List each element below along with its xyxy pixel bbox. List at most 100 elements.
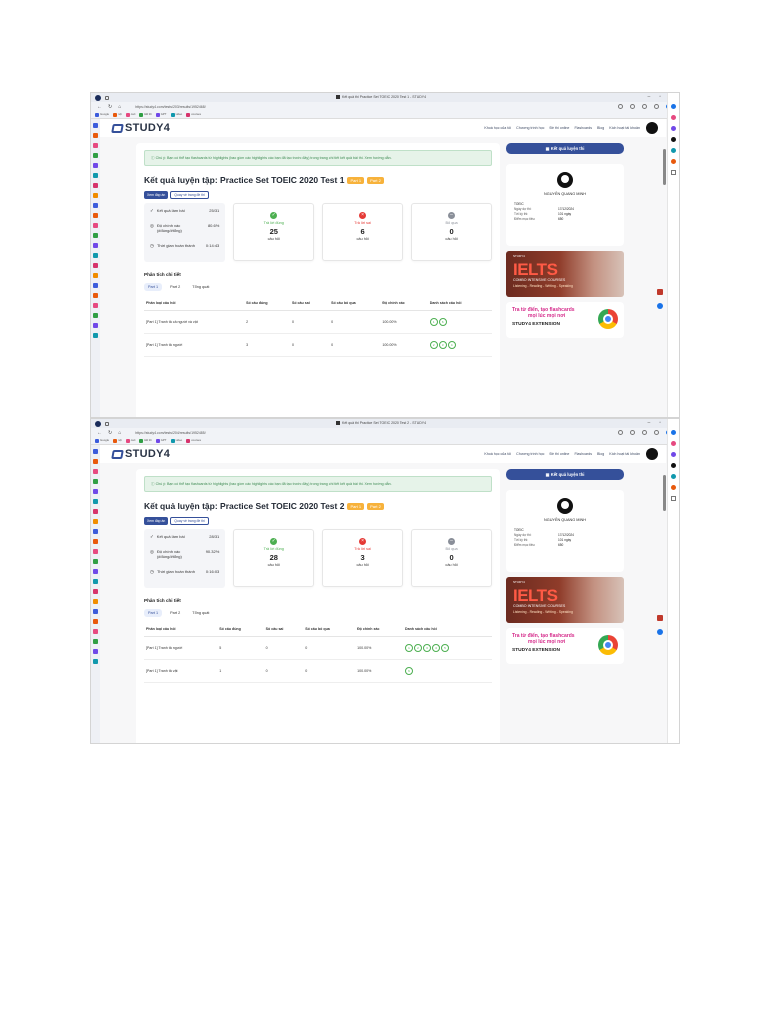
- ielts-ad-banner[interactable]: STUDY4 IELTS COMBO INTENSIVE COURSES Lis…: [506, 577, 624, 623]
- bookmark-item[interactable]: cart: [125, 112, 135, 117]
- bookmark-item[interactable]: courses: [186, 112, 201, 117]
- rail-app-icon[interactable]: [93, 263, 98, 268]
- results-history-button[interactable]: ▦ Kết quả luyện thi: [506, 469, 624, 480]
- rail-app-icon[interactable]: [93, 283, 98, 288]
- question-chip[interactable]: 6: [438, 318, 447, 326]
- rail-app-icon[interactable]: [93, 203, 98, 208]
- rail-app-icon[interactable]: [93, 569, 98, 574]
- tab-list-icon[interactable]: [105, 95, 109, 100]
- user-avatar[interactable]: [646, 122, 658, 134]
- ext-icon-3[interactable]: [671, 474, 676, 479]
- reload-icon[interactable]: ↻: [108, 104, 112, 110]
- rail-app-icon[interactable]: [93, 233, 98, 238]
- extension-promo[interactable]: Tra từ điển, tạo flashcards mọi lúc mọi …: [506, 628, 624, 664]
- assistant-icon[interactable]: [671, 430, 676, 435]
- tab-list-icon[interactable]: [105, 421, 109, 426]
- ext-icon-2[interactable]: [671, 452, 676, 457]
- rail-app-icon[interactable]: [93, 469, 98, 474]
- bookmark-item[interactable]: cart: [125, 438, 135, 443]
- extensions-icon[interactable]: [642, 430, 647, 435]
- nav-link-2[interactable]: Đề thi online: [549, 452, 569, 456]
- rail-app-icon[interactable]: [93, 539, 98, 544]
- nav-link-3[interactable]: Flashcards: [574, 452, 592, 456]
- nav-link-5[interactable]: Kích hoạt tài khoản: [609, 126, 640, 130]
- bookmark-item[interactable]: courses: [186, 438, 201, 443]
- star-icon[interactable]: [630, 104, 635, 109]
- add-icon[interactable]: [671, 170, 676, 175]
- bookmark-item[interactable]: Google: [95, 438, 109, 443]
- rail-app-icon[interactable]: [93, 559, 98, 564]
- rail-app-icon[interactable]: [93, 449, 98, 454]
- rail-app-icon[interactable]: [93, 519, 98, 524]
- ext-icon-4[interactable]: [671, 159, 676, 164]
- nav-link-2[interactable]: Đề thi online: [549, 126, 569, 130]
- rail-app-icon[interactable]: [93, 133, 98, 138]
- rail-app-icon[interactable]: [93, 333, 98, 338]
- extensions-icon[interactable]: [642, 104, 647, 109]
- ext-icon-1[interactable]: [671, 441, 676, 446]
- add-icon[interactable]: [671, 496, 676, 501]
- maximize-icon[interactable]: ▫: [659, 420, 661, 426]
- question-chip[interactable]: 1: [404, 644, 413, 652]
- site-logo[interactable]: STUDY4: [111, 448, 170, 460]
- rail-app-icon[interactable]: [93, 549, 98, 554]
- rail-app-icon[interactable]: [93, 609, 98, 614]
- rail-app-icon[interactable]: [93, 639, 98, 644]
- floating-chat-icon[interactable]: [657, 629, 663, 635]
- tab-part-1[interactable]: Part 1: [144, 283, 163, 291]
- rail-app-icon[interactable]: [93, 649, 98, 654]
- results-history-button[interactable]: ▦ Kết quả luyện thi: [506, 143, 624, 154]
- question-chip[interactable]: 2: [413, 644, 422, 652]
- reload-icon[interactable]: ↻: [108, 430, 112, 436]
- tab-part-1[interactable]: Part 1: [144, 609, 163, 617]
- browser-tab-title[interactable]: Kết quả thi Practice Set TOEIC 2020 Test…: [336, 95, 426, 100]
- rail-app-icon[interactable]: [93, 253, 98, 258]
- rail-app-icon[interactable]: [93, 313, 98, 318]
- ext-icon-1[interactable]: [671, 115, 676, 120]
- back-icon[interactable]: ←: [97, 104, 102, 110]
- search-icon[interactable]: [618, 104, 623, 109]
- back-to-test-button[interactable]: Quay về trang đề thi: [170, 517, 209, 525]
- ext-icon-2[interactable]: [671, 126, 676, 131]
- minimize-icon[interactable]: –: [648, 420, 651, 426]
- question-chip[interactable]: 3: [438, 341, 447, 349]
- rail-app-icon[interactable]: [93, 659, 98, 664]
- assistant-icon[interactable]: [671, 104, 676, 109]
- nav-link-4[interactable]: Blog: [597, 126, 604, 130]
- nav-link-5[interactable]: Kích hoạt tài khoản: [609, 452, 640, 456]
- search-icon[interactable]: [618, 430, 623, 435]
- question-chip[interactable]: 5: [440, 644, 449, 652]
- rail-app-icon[interactable]: [93, 489, 98, 494]
- nav-link-1[interactable]: Chương trình học: [516, 452, 544, 456]
- rail-app-icon[interactable]: [93, 123, 98, 128]
- maximize-icon[interactable]: ▫: [659, 94, 661, 100]
- bookmark-item[interactable]: Đề thi: [139, 438, 152, 443]
- rail-app-icon[interactable]: [93, 619, 98, 624]
- address-input[interactable]: https://study4.com/tests/204/results/195…: [135, 431, 205, 435]
- question-chip[interactable]: 4: [447, 341, 456, 349]
- bookmark-item[interactable]: Đề thi: [139, 112, 152, 117]
- tab-overview[interactable]: Tổng quát: [188, 609, 213, 617]
- rail-app-icon[interactable]: [93, 589, 98, 594]
- extension-promo[interactable]: Tra từ điển, tạo flashcards mọi lúc mọi …: [506, 302, 624, 338]
- home-icon[interactable]: ⌂: [118, 430, 121, 436]
- address-input[interactable]: https://study4.com/tests/203/results/195…: [135, 105, 205, 109]
- rail-app-icon[interactable]: [93, 529, 98, 534]
- rail-app-icon[interactable]: [93, 629, 98, 634]
- rail-app-icon[interactable]: [93, 163, 98, 168]
- rail-app-icon[interactable]: [93, 223, 98, 228]
- home-icon[interactable]: ⌂: [118, 104, 121, 110]
- tab-part-2[interactable]: Part 2: [166, 609, 184, 617]
- download-icon[interactable]: [654, 104, 659, 109]
- rail-app-icon[interactable]: [93, 273, 98, 278]
- nav-link-0[interactable]: Khoá học của tôi: [484, 126, 511, 130]
- bookmark-item[interactable]: nội: [113, 438, 122, 443]
- bookmark-item[interactable]: Google: [95, 112, 109, 117]
- rail-app-icon[interactable]: [93, 183, 98, 188]
- nav-link-0[interactable]: Khoá học của tôi: [484, 452, 511, 456]
- rail-app-icon[interactable]: [93, 153, 98, 158]
- rail-app-icon[interactable]: [93, 459, 98, 464]
- question-chip[interactable]: 1: [429, 318, 438, 326]
- rail-app-icon[interactable]: [93, 509, 98, 514]
- site-logo[interactable]: STUDY4: [111, 122, 170, 134]
